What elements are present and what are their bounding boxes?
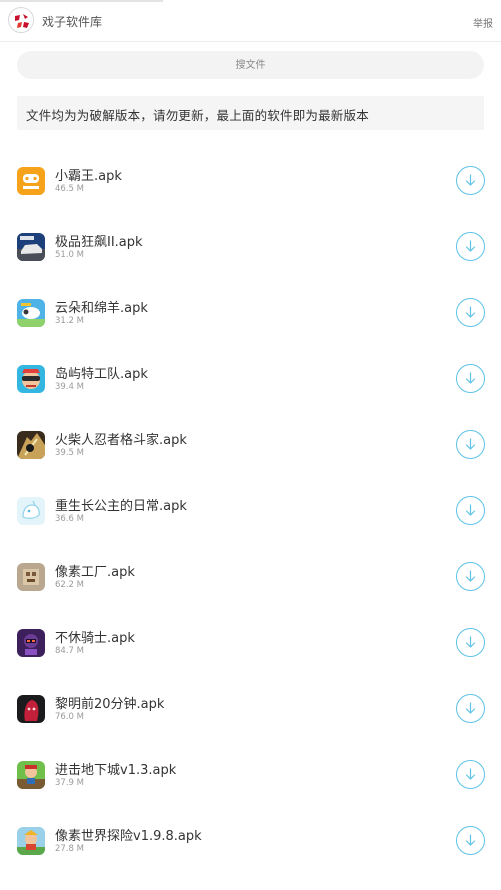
download-button[interactable] bbox=[456, 760, 485, 789]
download-button[interactable] bbox=[456, 364, 485, 393]
file-name: 岛屿特工队.apk bbox=[55, 367, 148, 382]
download-icon bbox=[465, 702, 476, 714]
list-item[interactable]: 进击地下城v1.3.apk 37.9 M bbox=[0, 741, 501, 807]
file-size: 27.8 M bbox=[55, 844, 84, 854]
file-size: 62.2 M bbox=[55, 580, 84, 590]
download-icon bbox=[465, 306, 476, 318]
file-name: 像素世界探险v1.9.8.apk bbox=[55, 829, 202, 844]
download-icon bbox=[465, 240, 476, 252]
ninja-icon bbox=[17, 431, 45, 459]
file-name: 不休骑士.apk bbox=[55, 631, 135, 646]
file-name: 云朵和绵羊.apk bbox=[55, 301, 148, 316]
file-size: 39.4 M bbox=[55, 382, 84, 392]
file-name: 进击地下城v1.3.apk bbox=[55, 763, 177, 778]
download-icon bbox=[465, 768, 476, 780]
download-button[interactable] bbox=[456, 430, 485, 459]
list-item[interactable]: 重生长公主的日常.apk 36.6 M bbox=[0, 477, 501, 543]
file-name: 火柴人忍者格斗家.apk bbox=[55, 433, 187, 448]
notice-banner: 文件均为为破解版本，请勿更新，最上面的软件即为最新版本 bbox=[17, 96, 484, 130]
download-button[interactable] bbox=[456, 166, 485, 195]
list-item[interactable]: 火柴人忍者格斗家.apk 39.5 M bbox=[0, 411, 501, 477]
file-size: 31.2 M bbox=[55, 316, 84, 326]
file-name: 像素工厂.apk bbox=[55, 565, 135, 580]
list-item[interactable]: 云朵和绵羊.apk 31.2 M bbox=[0, 279, 501, 345]
list-item[interactable]: 像素工厂.apk 62.2 M bbox=[0, 543, 501, 609]
download-icon bbox=[465, 834, 476, 846]
file-size: 46.5 M bbox=[55, 184, 84, 194]
dawn-icon bbox=[17, 695, 45, 723]
download-icon bbox=[465, 504, 476, 516]
download-button[interactable] bbox=[456, 298, 485, 327]
file-size: 36.6 M bbox=[55, 514, 84, 524]
download-icon bbox=[465, 570, 476, 582]
list-item[interactable]: 小霸王.apk 46.5 M bbox=[0, 147, 501, 213]
download-button[interactable] bbox=[456, 826, 485, 855]
file-size: 76.0 M bbox=[55, 712, 84, 722]
list-item[interactable]: 岛屿特工队.apk 39.4 M bbox=[0, 345, 501, 411]
search-input[interactable] bbox=[17, 51, 484, 79]
report-button[interactable]: 举报 bbox=[473, 15, 493, 30]
file-name: 极品狂飙II.apk bbox=[55, 235, 143, 250]
list-item[interactable]: 像素世界探险v1.9.8.apk 27.8 M bbox=[0, 807, 501, 873]
download-icon bbox=[465, 438, 476, 450]
file-size: 37.9 M bbox=[55, 778, 84, 788]
dungeon-icon bbox=[17, 761, 45, 789]
file-name: 黎明前20分钟.apk bbox=[55, 697, 165, 712]
knight-icon bbox=[17, 629, 45, 657]
download-icon bbox=[465, 636, 476, 648]
file-size: 39.5 M bbox=[55, 448, 84, 458]
pixel-world-icon bbox=[17, 827, 45, 855]
app-title: 戏子软件库 bbox=[42, 15, 103, 29]
file-name: 小霸王.apk bbox=[55, 169, 122, 184]
download-icon bbox=[465, 174, 476, 186]
logo-icon bbox=[8, 7, 34, 33]
download-icon bbox=[465, 372, 476, 384]
agent-icon bbox=[17, 365, 45, 393]
pixel-factory-icon bbox=[17, 563, 45, 591]
file-name: 重生长公主的日常.apk bbox=[55, 499, 187, 514]
app-header: 戏子软件库 举报 bbox=[0, 2, 501, 42]
list-item[interactable]: 极品狂飙II.apk 51.0 M bbox=[0, 213, 501, 279]
download-button[interactable] bbox=[456, 562, 485, 591]
list-item[interactable]: 不休骑士.apk 84.7 M bbox=[0, 609, 501, 675]
racing-car-icon bbox=[17, 233, 45, 261]
list-item[interactable]: 黎明前20分钟.apk 76.0 M bbox=[0, 675, 501, 741]
download-button[interactable] bbox=[456, 628, 485, 657]
princess-icon bbox=[17, 497, 45, 525]
download-button[interactable] bbox=[456, 496, 485, 525]
xiaobawang-icon bbox=[17, 167, 45, 195]
file-size: 84.7 M bbox=[55, 646, 84, 656]
sheep-icon bbox=[17, 299, 45, 327]
download-button[interactable] bbox=[456, 694, 485, 723]
download-button[interactable] bbox=[456, 232, 485, 261]
file-size: 51.0 M bbox=[55, 250, 84, 260]
